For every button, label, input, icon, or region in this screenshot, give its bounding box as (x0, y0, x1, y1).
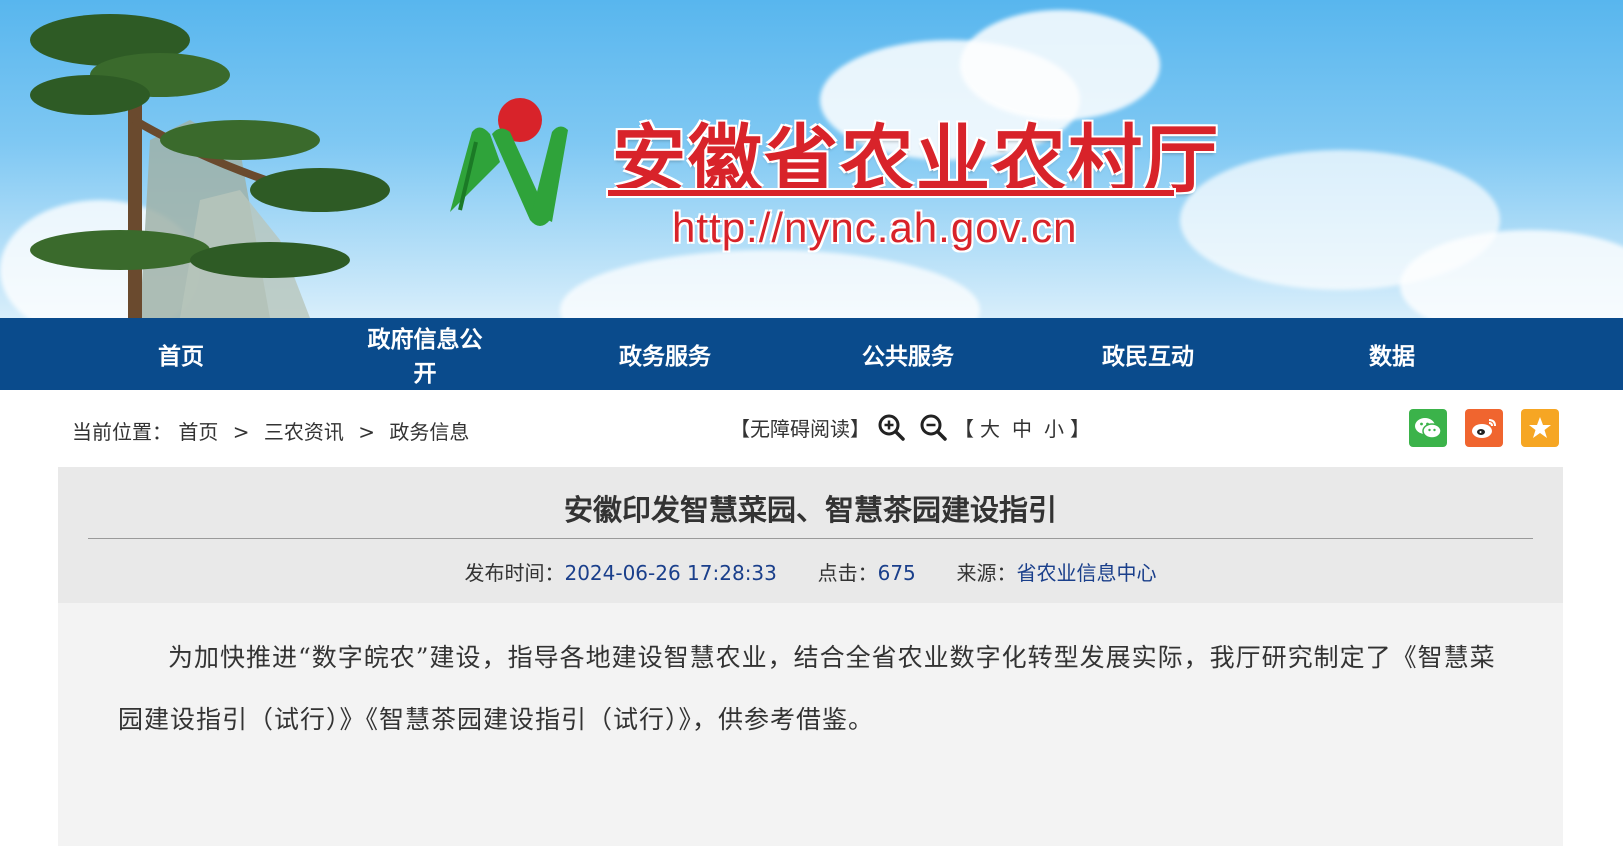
breadcrumb-separator: > (358, 420, 375, 444)
nav-item-gov-info-disclosure[interactable]: 政府信息公开 (357, 320, 493, 388)
publish-time: 2024-06-26 17:28:33 (564, 561, 777, 585)
source-label: 来源： (956, 561, 1017, 585)
article-header: 安徽印发智慧菜园、智慧茶园建设指引 发布时间：2024-06-26 17:28:… (58, 467, 1563, 603)
nav-item-gov-services[interactable]: 政务服务 (493, 337, 837, 371)
weibo-icon (1472, 419, 1496, 438)
breadcrumb-separator: > (232, 420, 250, 444)
breadcrumb: 当前位置： 首页 > 三农资讯 > 政务信息 (72, 416, 469, 445)
size-bracket-close: 】 (1070, 416, 1090, 441)
font-size-small-button[interactable]: 小 (1044, 413, 1064, 442)
nav-item-data[interactable]: 数据 (1317, 337, 1467, 371)
article-meta: 发布时间：2024-06-26 17:28:33 点击：675 来源：省农业信息… (58, 557, 1563, 586)
site-header-banner: 安徽省农业农村厅 http://nync.ah.gov.cn (0, 0, 1623, 318)
click-count: 675 (877, 561, 916, 585)
star-icon (1529, 417, 1551, 438)
article-source: 省农业信息中心 (1016, 561, 1157, 585)
accessibility-tools: 【无障碍阅读】 【 大 中 小 】 (730, 412, 1090, 442)
publish-time-label: 发布时间： (464, 561, 565, 585)
huangshan-pine-illustration (30, 14, 390, 318)
font-size-medium-button[interactable]: 中 (1012, 413, 1032, 442)
toolbar-row: 当前位置： 首页 > 三农资讯 > 政务信息 【无障碍阅读】 【 大 中 小 】 (0, 390, 1623, 467)
article-panel: 安徽印发智慧菜园、智慧茶园建设指引 发布时间：2024-06-26 17:28:… (58, 467, 1563, 846)
article-title-divider (88, 538, 1533, 539)
clicks-label: 点击： (817, 561, 878, 585)
main-nav: 首页 政府信息公开 政务服务 公共服务 政民互动 数据 (0, 318, 1623, 390)
wechat-share-button[interactable] (1409, 409, 1447, 447)
ministry-logo-icon (450, 98, 568, 226)
nav-item-interaction[interactable]: 政民互动 (979, 337, 1317, 371)
share-buttons (1409, 409, 1559, 447)
article-body: 为加快推进“数字皖农”建设，指导各地建设智慧农业，结合全省农业数字化转型发展实际… (118, 643, 1496, 734)
zoom-in-icon[interactable] (876, 412, 906, 442)
article-title: 安徽印发智慧菜园、智慧茶园建设指引 (563, 493, 1057, 527)
weibo-share-button[interactable] (1465, 409, 1503, 447)
favorite-button[interactable] (1521, 409, 1559, 447)
font-size-large-button[interactable]: 大 (980, 413, 1000, 442)
size-bracket-open: 【 (954, 416, 974, 441)
barrier-free-reading-button[interactable]: 【无障碍阅读】 (730, 413, 870, 442)
breadcrumb-home[interactable]: 首页 (178, 420, 218, 444)
zoom-out-icon[interactable] (918, 412, 948, 442)
wechat-icon (1415, 418, 1442, 439)
title-underline (608, 190, 1174, 196)
site-url: http://nync.ah.gov.cn (672, 204, 1078, 251)
nav-item-home[interactable]: 首页 (0, 337, 362, 371)
breadcrumb-prefix: 当前位置： (72, 420, 172, 444)
breadcrumb-gov-affairs[interactable]: 政务信息 (389, 420, 469, 444)
cloud-decoration (560, 250, 980, 318)
nav-item-public-services[interactable]: 公共服务 (837, 337, 979, 371)
breadcrumb-sannong-news[interactable]: 三农资讯 (264, 420, 344, 444)
